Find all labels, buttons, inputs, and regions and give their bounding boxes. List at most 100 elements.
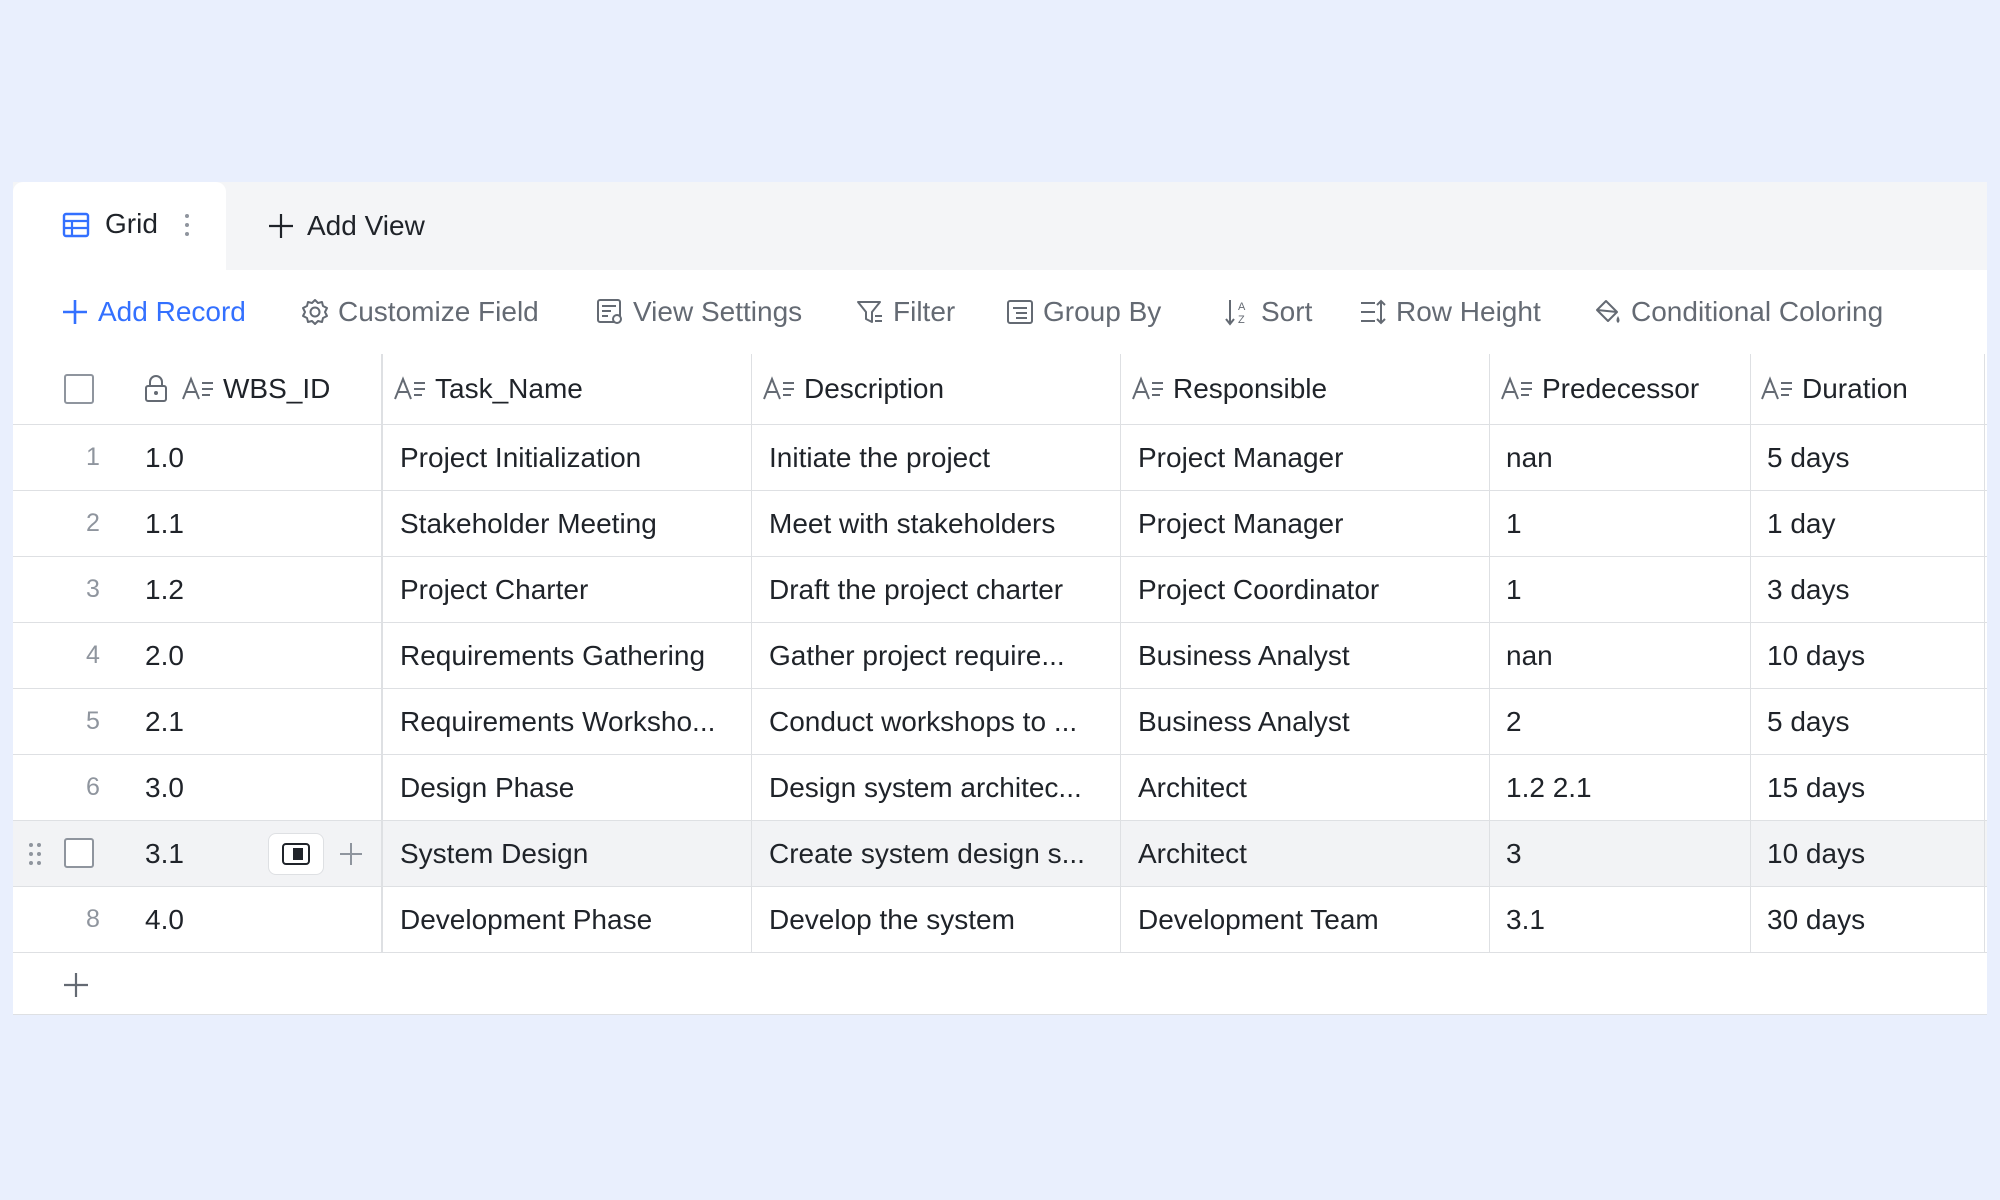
cell-description[interactable]: Gather project require... xyxy=(769,623,1119,688)
cell-duration[interactable]: 5 days xyxy=(1767,689,1982,754)
text-field-icon xyxy=(394,376,425,400)
column-divider xyxy=(1120,755,1121,820)
cell-task-name[interactable]: Development Phase xyxy=(400,887,750,952)
table-row[interactable]: 2 1.1 Stakeholder Meeting Meet with stak… xyxy=(13,491,1987,557)
column-divider xyxy=(1120,557,1121,622)
cell-task-name[interactable]: System Design xyxy=(400,821,750,886)
column-divider xyxy=(1984,557,1985,622)
cell-description[interactable]: Initiate the project xyxy=(769,425,1119,490)
table-row[interactable]: 5 2.1 Requirements Worksho... Conduct wo… xyxy=(13,689,1987,755)
cell-responsible[interactable]: Project Manager xyxy=(1138,491,1488,556)
column-header-task-name[interactable]: Task_Name xyxy=(393,354,583,424)
cell-duration[interactable]: 10 days xyxy=(1767,821,1982,886)
cell-predecessor[interactable]: 3 xyxy=(1506,821,1746,886)
cell-task-name[interactable]: Requirements Worksho... xyxy=(400,689,750,754)
column-divider xyxy=(381,623,383,688)
cell-responsible[interactable]: Architect xyxy=(1138,755,1488,820)
cell-duration[interactable]: 5 days xyxy=(1767,425,1982,490)
group-by-button[interactable]: Group By xyxy=(1005,292,1161,332)
cell-predecessor[interactable]: 1.2 2.1 xyxy=(1506,755,1746,820)
column-header-duration[interactable]: Duration xyxy=(1760,354,1908,424)
view-settings-button[interactable]: View Settings xyxy=(595,292,802,332)
vertical-dots-icon[interactable] xyxy=(181,209,193,241)
conditional-coloring-button[interactable]: Conditional Coloring xyxy=(1593,292,1883,332)
cell-description[interactable]: Conduct workshops to ... xyxy=(769,689,1119,754)
table-row[interactable]: 8 4.0 Development Phase Develop the syst… xyxy=(13,887,1987,953)
cell-wbs-id[interactable]: 1.0 xyxy=(145,425,375,490)
select-all-checkbox[interactable] xyxy=(64,374,94,404)
column-divider xyxy=(1984,887,1985,952)
cell-wbs-id[interactable]: 4.0 xyxy=(145,887,375,952)
customize-field-button[interactable]: Customize Field xyxy=(300,292,539,332)
column-divider xyxy=(751,354,752,424)
cell-wbs-id[interactable]: 2.1 xyxy=(145,689,375,754)
expand-record-button[interactable] xyxy=(268,833,324,875)
add-record-button[interactable]: Add Record xyxy=(60,292,246,332)
cell-description[interactable]: Meet with stakeholders xyxy=(769,491,1119,556)
cell-responsible[interactable]: Architect xyxy=(1138,821,1488,886)
cell-predecessor[interactable]: 1 xyxy=(1506,557,1746,622)
column-header-label: Description xyxy=(804,373,945,404)
column-divider xyxy=(1489,821,1490,886)
cell-task-name[interactable]: Project Initialization xyxy=(400,425,750,490)
row-checkbox[interactable] xyxy=(64,838,94,868)
column-header-wbs-id[interactable]: WBS_ID xyxy=(143,354,330,424)
cell-predecessor[interactable]: 1 xyxy=(1506,491,1746,556)
add-row-button[interactable] xyxy=(13,953,1987,1018)
cell-description[interactable]: Draft the project charter xyxy=(769,557,1119,622)
cell-duration[interactable]: 15 days xyxy=(1767,755,1982,820)
cell-predecessor[interactable]: 3.1 xyxy=(1506,887,1746,952)
cell-responsible[interactable]: Development Team xyxy=(1138,887,1488,952)
gear-icon xyxy=(302,299,328,325)
sort-button[interactable]: A Z Sort xyxy=(1223,292,1312,332)
plus-icon xyxy=(63,300,87,324)
add-view-button[interactable]: Add View xyxy=(265,206,425,246)
table-row[interactable]: 3 1.2 Project Charter Draft the project … xyxy=(13,557,1987,623)
table-row[interactable]: 1 1.0 Project Initialization Initiate th… xyxy=(13,425,1987,491)
cell-task-name[interactable]: Requirements Gathering xyxy=(400,623,750,688)
cell-duration[interactable]: 30 days xyxy=(1767,887,1982,952)
cell-responsible[interactable]: Business Analyst xyxy=(1138,623,1488,688)
column-divider xyxy=(381,491,383,556)
column-divider xyxy=(1489,425,1490,490)
cell-responsible[interactable]: Project Coordinator xyxy=(1138,557,1488,622)
column-header-label: WBS_ID xyxy=(223,373,331,404)
cell-predecessor[interactable]: 2 xyxy=(1506,689,1746,754)
column-divider xyxy=(1750,755,1751,820)
column-header-label: Task_Name xyxy=(435,373,583,404)
row-number: 1 xyxy=(86,443,100,471)
cell-task-name[interactable]: Stakeholder Meeting xyxy=(400,491,750,556)
filter-button[interactable]: Filter xyxy=(855,292,955,332)
table-row-hovered[interactable]: 3.1 System Design Create system design s… xyxy=(13,821,1987,887)
drag-handle-icon[interactable] xyxy=(27,841,43,867)
cell-task-name[interactable]: Design Phase xyxy=(400,755,750,820)
tab-grid[interactable]: Grid xyxy=(13,182,226,270)
cell-duration[interactable]: 3 days xyxy=(1767,557,1982,622)
cell-wbs-id[interactable]: 1.2 xyxy=(145,557,375,622)
table-row[interactable]: 4 2.0 Requirements Gathering Gather proj… xyxy=(13,623,1987,689)
row-height-button[interactable]: Row Height xyxy=(1358,292,1541,332)
cell-wbs-id[interactable]: 3.0 xyxy=(145,755,375,820)
cell-description[interactable]: Develop the system xyxy=(769,887,1119,952)
cell-description[interactable]: Design system architec... xyxy=(769,755,1119,820)
cell-predecessor[interactable]: nan xyxy=(1506,425,1746,490)
cell-duration[interactable]: 1 day xyxy=(1767,491,1982,556)
cell-wbs-id[interactable]: 1.1 xyxy=(145,491,375,556)
cell-task-name[interactable]: Project Charter xyxy=(400,557,750,622)
row-number: 8 xyxy=(86,905,100,933)
table-row[interactable]: 6 3.0 Design Phase Design system archite… xyxy=(13,755,1987,821)
plus-icon[interactable] xyxy=(335,838,367,870)
cell-wbs-id[interactable]: 2.0 xyxy=(145,623,375,688)
column-divider xyxy=(751,887,752,952)
column-divider xyxy=(751,689,752,754)
column-header-responsible[interactable]: Responsible xyxy=(1131,354,1327,424)
cell-description[interactable]: Create system design s... xyxy=(769,821,1119,886)
column-divider xyxy=(1489,887,1490,952)
column-header-predecessor[interactable]: Predecessor xyxy=(1500,354,1699,424)
cell-duration[interactable]: 10 days xyxy=(1767,623,1982,688)
cell-responsible[interactable]: Business Analyst xyxy=(1138,689,1488,754)
cell-predecessor[interactable]: nan xyxy=(1506,623,1746,688)
column-header-description[interactable]: Description xyxy=(762,354,944,424)
cell-responsible[interactable]: Project Manager xyxy=(1138,425,1488,490)
column-divider xyxy=(381,821,383,886)
